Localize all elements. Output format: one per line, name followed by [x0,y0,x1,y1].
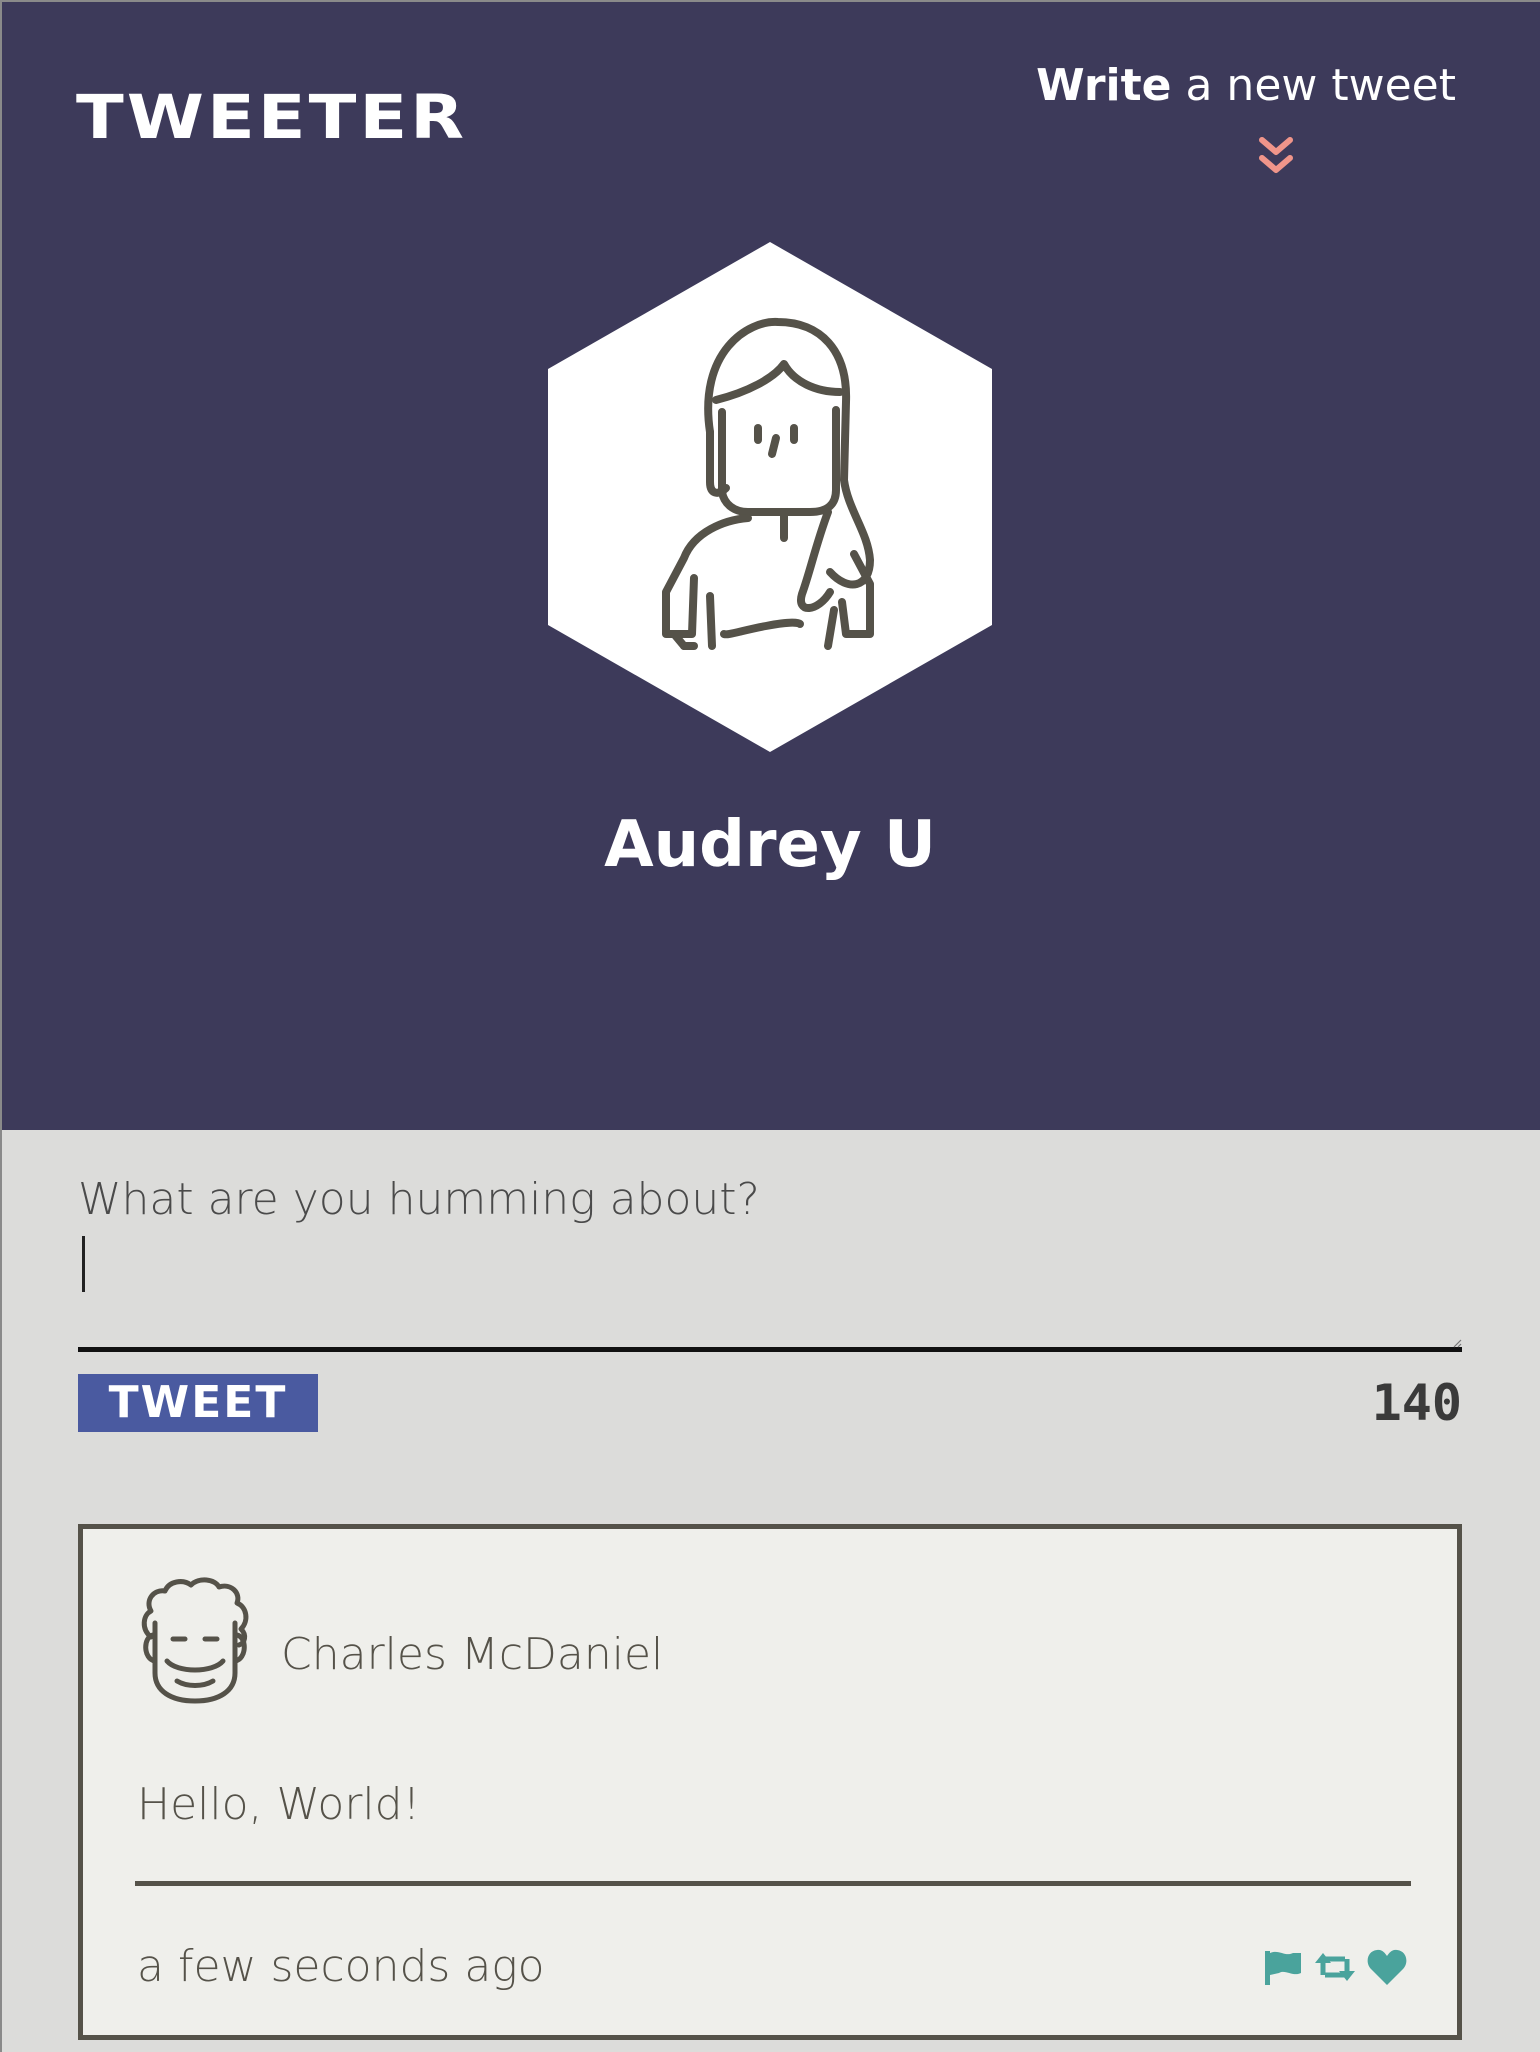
tweet-card: Charles McDaniel Hello, World! a few sec… [78,1524,1462,2040]
heart-icon[interactable] [1365,1945,1409,1989]
brand-logo[interactable]: TWEETER [76,82,467,153]
double-chevron-down-icon[interactable] [1258,136,1294,176]
tweet-body-text: Hello, World! [137,1779,421,1830]
retweet-icon[interactable] [1313,1945,1357,1989]
man-curly-hair-avatar-icon [141,1577,249,1704]
tweet-actions [1261,1945,1409,1989]
new-tweet-label: a new tweet [1185,60,1456,111]
profile-user-name: Audrey U [604,808,936,882]
profile-header: TWEETER Write a new tweet Audrey U [0,0,1540,1130]
tweet-author-name[interactable]: Charles McDaniel [281,1629,663,1680]
character-counter: 140 [1371,1374,1462,1432]
text-cursor [82,1236,85,1292]
flag-icon[interactable] [1261,1945,1305,1989]
resize-grip-icon[interactable] [1452,1338,1462,1348]
write-label: Write [1036,60,1172,111]
tweet-submit-button[interactable]: TWEET [78,1374,318,1432]
write-new-tweet-toggle[interactable]: Write a new tweet [1036,60,1456,111]
tweet-text-input[interactable] [78,1170,1462,1352]
tweet-timestamp: a few seconds ago [137,1941,545,1992]
compose-form: TWEET 140 [78,1170,1462,1432]
tweet-divider [135,1881,1411,1886]
woman-avatar-icon [548,242,992,752]
